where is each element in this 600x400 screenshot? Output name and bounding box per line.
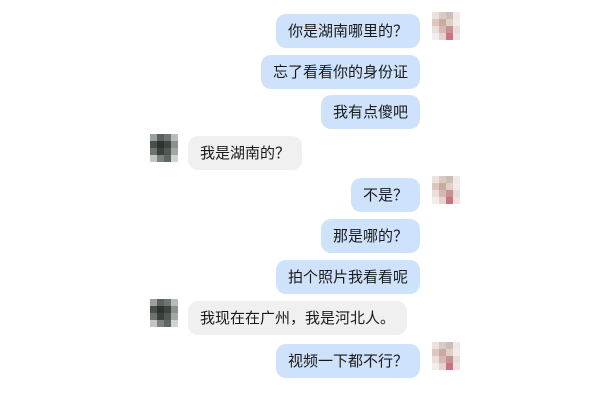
message-row: 你是湖南哪里的？ — [0, 12, 600, 52]
message-row: 我有点傻吧 — [0, 93, 600, 133]
message-bubble[interactable]: 我现在在广州，我是河北人。 — [188, 301, 408, 335]
message-row: 视频一下都不行？ — [0, 342, 600, 382]
user-avatar-icon[interactable] — [432, 342, 460, 370]
contact-avatar-icon[interactable] — [150, 134, 178, 162]
message-row: 我现在在广州，我是河北人。 — [0, 299, 600, 339]
message-bubble[interactable]: 视频一下都不行？ — [275, 344, 420, 378]
message-bubble[interactable]: 你是湖南哪里的？ — [275, 14, 420, 48]
message-row: 不是？ — [0, 176, 600, 216]
message-bubble[interactable]: 不是？ — [350, 178, 420, 212]
message-bubble[interactable]: 我是湖南的？ — [188, 136, 303, 170]
message-bubble[interactable]: 忘了看看你的身份证 — [260, 55, 420, 89]
user-avatar-icon[interactable] — [432, 176, 460, 204]
message-bubble[interactable]: 拍个照片我看看呢 — [275, 260, 420, 294]
user-avatar-icon[interactable] — [432, 12, 460, 40]
chat-conversation: 你是湖南哪里的？ 忘了看看你的身份证 我有点傻吧 我是湖南的？ 不是？ 那是哪的… — [0, 0, 600, 400]
contact-avatar-icon[interactable] — [150, 299, 178, 327]
message-row: 拍个照片我看看呢 — [0, 258, 600, 298]
message-row: 我是湖南的？ — [0, 134, 600, 174]
message-bubble[interactable]: 那是哪的？ — [320, 219, 420, 253]
message-bubble[interactable]: 我有点傻吧 — [320, 95, 420, 129]
message-row: 那是哪的？ — [0, 217, 600, 257]
message-row: 忘了看看你的身份证 — [0, 53, 600, 93]
